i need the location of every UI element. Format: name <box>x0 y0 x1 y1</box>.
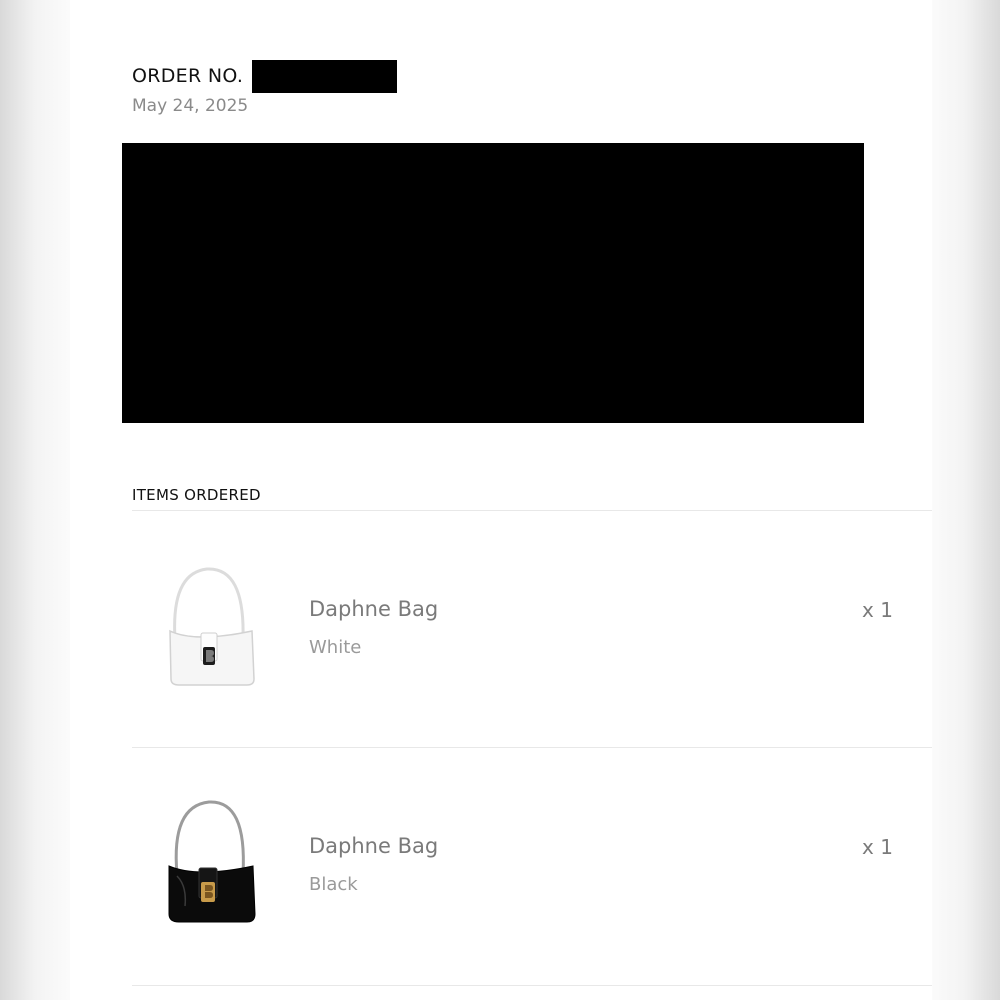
order-date: May 24, 2025 <box>132 96 249 116</box>
item-variant: Black <box>309 874 358 895</box>
redacted-order-number <box>252 59 398 93</box>
order-item: Daphne Bag Black x 1 <box>132 748 932 985</box>
divider <box>132 985 932 986</box>
order-number-label: ORDER NO. <box>132 65 244 87</box>
item-variant: White <box>309 637 362 658</box>
item-name: Daphne Bag <box>309 834 439 858</box>
items-ordered-heading: ITEMS ORDERED <box>132 486 261 504</box>
black-bag-image <box>168 800 256 923</box>
item-name: Daphne Bag <box>309 597 439 621</box>
item-quantity: x 1 <box>862 598 893 622</box>
item-quantity: x 1 <box>862 835 893 859</box>
order-item: Daphne Bag White x 1 <box>132 511 932 748</box>
redacted-block <box>122 143 864 423</box>
white-bag-image <box>169 567 255 686</box>
order-number-line: ORDER NO. <box>132 59 398 93</box>
